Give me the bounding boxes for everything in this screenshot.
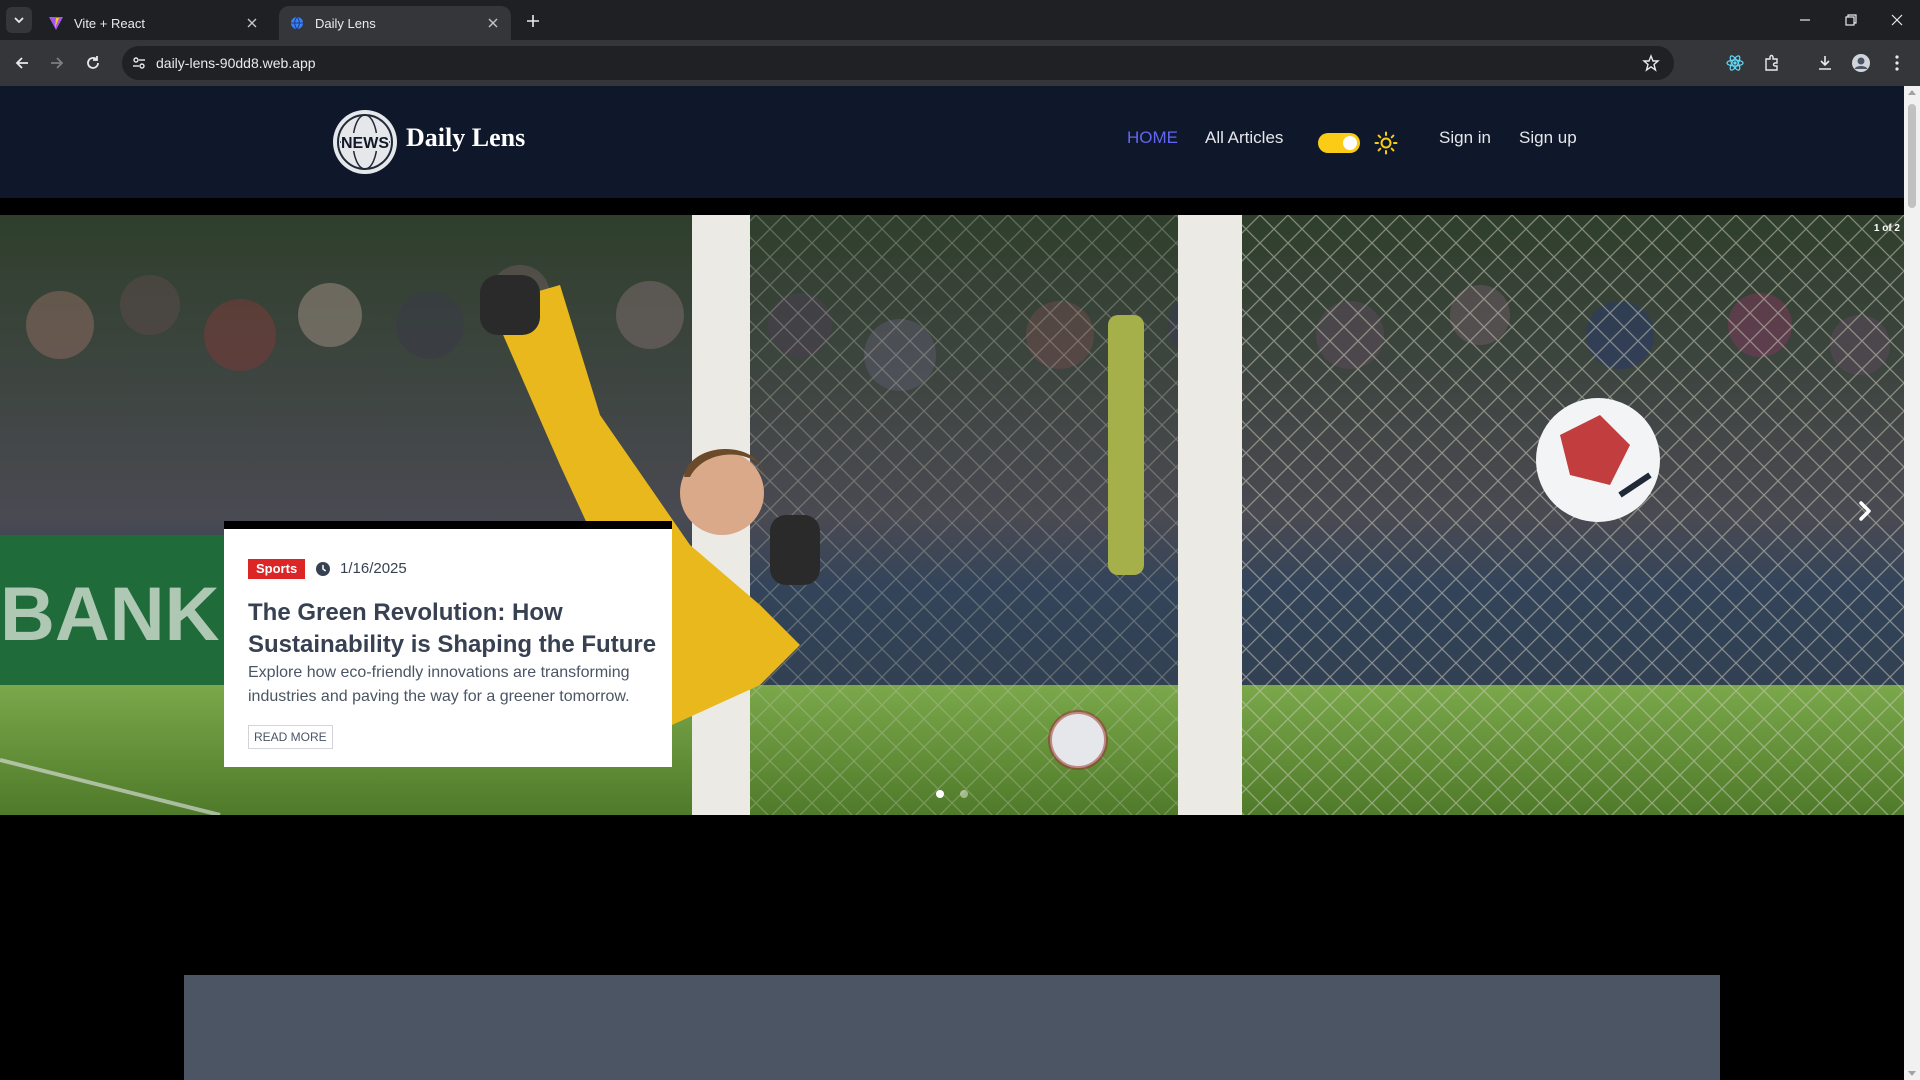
minimize-icon bbox=[1800, 19, 1810, 21]
clock-icon bbox=[316, 562, 330, 576]
restore-icon bbox=[1845, 14, 1857, 26]
browser-tab-vite[interactable]: Vite + React bbox=[38, 6, 270, 40]
forward-button[interactable] bbox=[43, 49, 71, 77]
tab-search-button[interactable] bbox=[6, 7, 32, 33]
extensions-puzzle-icon[interactable] bbox=[1757, 48, 1787, 78]
chevron-right-icon bbox=[1859, 501, 1871, 521]
toggle-knob bbox=[1343, 136, 1357, 150]
carousel-dot-1[interactable] bbox=[936, 790, 944, 798]
category-badge[interactable]: Sports bbox=[248, 559, 306, 579]
address-bar[interactable]: daily-lens-90dd8.web.app bbox=[122, 46, 1674, 80]
browser-tab-strip: Vite + React Daily Lens bbox=[0, 0, 1920, 40]
arrow-right-icon bbox=[51, 57, 64, 69]
scroll-down-icon[interactable] bbox=[1908, 1071, 1916, 1077]
carousel-dot-2[interactable] bbox=[960, 790, 968, 798]
svg-text:BANK: BANK bbox=[0, 572, 220, 657]
site-logo[interactable]: NEWS bbox=[333, 110, 397, 174]
article-excerpt: Explore how eco-friendly innovations are… bbox=[248, 664, 630, 705]
logo-globe-icon: NEWS bbox=[337, 114, 393, 170]
tab-title: Vite + React bbox=[74, 15, 145, 31]
download-icon[interactable] bbox=[1810, 48, 1840, 78]
close-icon[interactable] bbox=[485, 15, 501, 31]
page-scrollbar[interactable] bbox=[1904, 86, 1920, 1080]
profile-avatar[interactable] bbox=[1846, 48, 1876, 78]
scrollbar-thumb[interactable] bbox=[1908, 104, 1916, 208]
read-more-button[interactable]: READ MORE bbox=[248, 725, 333, 749]
nav-all-articles[interactable]: All Articles bbox=[1205, 126, 1283, 150]
plus-icon bbox=[527, 15, 539, 27]
back-button[interactable] bbox=[8, 49, 36, 77]
next-slide-button[interactable] bbox=[1848, 494, 1882, 528]
reload-icon bbox=[87, 56, 99, 69]
nav-sign-up[interactable]: Sign up bbox=[1519, 126, 1577, 150]
bookmark-star-icon[interactable] bbox=[1642, 54, 1660, 72]
article-date: 1/16/2025 bbox=[340, 560, 407, 577]
scroll-up-icon[interactable] bbox=[1908, 89, 1916, 95]
featured-article-card: Sports 1/16/2025 The Green Revolution: H… bbox=[224, 521, 672, 767]
brand-name[interactable]: Daily Lens bbox=[406, 116, 525, 160]
theme-toggle[interactable] bbox=[1318, 133, 1360, 153]
browser-menu-icon[interactable] bbox=[1882, 48, 1912, 78]
globe-icon bbox=[291, 16, 303, 30]
content-loading-block bbox=[184, 975, 1720, 1080]
nav-home[interactable]: HOME bbox=[1127, 126, 1178, 150]
vite-icon bbox=[49, 17, 63, 30]
article-title[interactable]: The Green Revolution: How Sustainability… bbox=[248, 597, 660, 661]
react-devtools-icon[interactable] bbox=[1720, 48, 1750, 78]
minimize-button[interactable] bbox=[1782, 0, 1828, 40]
tab-title: Daily Lens bbox=[315, 15, 376, 31]
new-tab-button[interactable] bbox=[520, 8, 546, 34]
url-text[interactable]: daily-lens-90dd8.web.app bbox=[156, 46, 316, 80]
arrow-left-icon bbox=[15, 57, 28, 69]
slide-counter: 1 of 2 bbox=[1873, 223, 1900, 234]
site-header: NEWS Daily Lens HOME All Articles Sign i… bbox=[0, 86, 1904, 198]
nav-sign-in[interactable]: Sign in bbox=[1439, 126, 1491, 150]
hero-carousel: BANK 1 of 2 Sports 1/16/2025 The Green R… bbox=[0, 215, 1904, 815]
close-icon bbox=[1891, 14, 1903, 26]
logo-text: NEWS bbox=[341, 135, 389, 152]
site-settings-icon[interactable] bbox=[132, 56, 146, 70]
sun-icon bbox=[1374, 131, 1398, 155]
chevron-down-icon bbox=[14, 17, 24, 24]
browser-tab-daily-lens[interactable]: Daily Lens bbox=[279, 6, 511, 40]
page-viewport: NEWS Daily Lens HOME All Articles Sign i… bbox=[0, 86, 1904, 1080]
restore-button[interactable] bbox=[1828, 0, 1874, 40]
close-icon[interactable] bbox=[244, 15, 260, 31]
close-window-button[interactable] bbox=[1874, 0, 1920, 40]
reload-button[interactable] bbox=[79, 49, 107, 77]
